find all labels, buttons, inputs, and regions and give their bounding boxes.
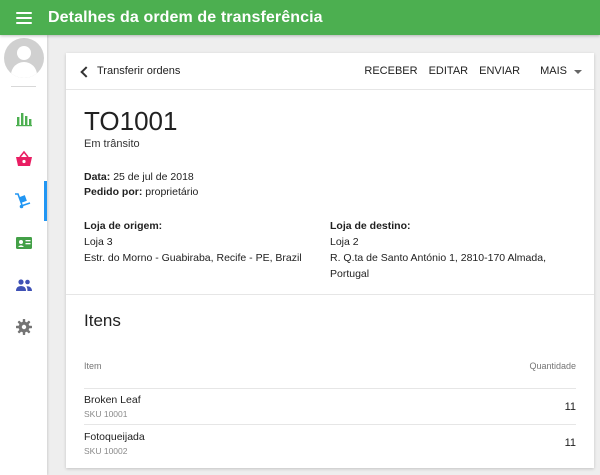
origin-store: Loja de origem: Loja 3 Estr. do Morno - … — [84, 218, 330, 282]
sidebar-item-catalog[interactable] — [0, 223, 47, 263]
order-date: Data: 25 de jul de 2018 — [84, 170, 576, 185]
back-link[interactable]: Transferir ordens — [80, 65, 181, 78]
destination-store-label: Loja de destino: — [330, 220, 411, 232]
order-id: TO1001 — [84, 106, 178, 136]
ordered-by: Pedido por: proprietário — [84, 185, 576, 200]
column-header-item: Item — [84, 361, 102, 371]
more-menu-button[interactable]: MAIS — [540, 65, 582, 77]
app-bar: Detalhes da ordem de transferência — [0, 0, 600, 35]
card-toolbar: Transferir ordens RECEBER EDITAR ENVIAR … — [66, 53, 594, 90]
item-sku: SKU 10001 — [84, 409, 128, 419]
destination-store-address-line2: Portugal — [330, 268, 370, 280]
edit-button[interactable]: EDITAR — [429, 65, 469, 77]
destination-store: Loja de destino: Loja 2 R. Q.ta de Santo… — [330, 218, 576, 282]
gear-icon — [15, 319, 32, 335]
items-table-header: Item Quantidade — [84, 361, 576, 389]
shopping-basket-icon — [15, 150, 32, 166]
bar-chart-icon — [15, 113, 32, 127]
sidebar-item-reports[interactable] — [0, 98, 47, 138]
ordered-by-value: proprietário — [145, 186, 199, 198]
items-table: Item Quantidade Broken Leaf SKU 10001 11… — [84, 361, 576, 461]
page-title: Detalhes da ordem de transferência — [48, 8, 323, 26]
origin-store-address: Estr. do Morno - Guabiraba, Recife - PE,… — [84, 252, 302, 264]
sidebar-item-settings[interactable] — [0, 307, 47, 347]
id-card-icon — [15, 237, 32, 249]
order-meta: Data: 25 de jul de 2018 Pedido por: prop… — [84, 170, 576, 200]
destination-store-name: Loja 2 — [330, 236, 359, 248]
order-summary: TO1001 Em trânsito Data: 25 de jul de 20… — [66, 90, 594, 295]
more-menu-label: MAIS — [540, 65, 567, 77]
items-title: Itens — [84, 311, 121, 330]
table-row[interactable]: Fotoqueijada SKU 10002 11 — [84, 425, 576, 461]
people-icon — [15, 279, 32, 291]
order-status: Em trânsito — [84, 138, 140, 150]
origin-store-name: Loja 3 — [84, 236, 113, 248]
table-row[interactable]: Broken Leaf SKU 10001 11 — [84, 389, 576, 425]
sidebar-item-customers[interactable] — [0, 265, 47, 305]
item-name: Broken Leaf — [84, 394, 141, 406]
ordered-by-label: Pedido por: — [84, 186, 143, 198]
caret-down-icon — [574, 69, 582, 74]
item-sku: SKU 10002 — [84, 445, 128, 456]
hand-truck-icon — [15, 193, 31, 209]
destination-store-address-line1: R. Q.ta de Santo António 1, 2810-170 Alm… — [330, 252, 546, 264]
back-link-label: Transferir ordens — [97, 65, 181, 77]
send-button[interactable]: ENVIAR — [479, 65, 520, 77]
column-header-quantity: Quantidade — [529, 361, 576, 371]
avatar[interactable] — [4, 38, 44, 78]
origin-store-label: Loja de origem: — [84, 220, 163, 232]
receive-button[interactable]: RECEBER — [364, 65, 417, 77]
item-name: Fotoqueijada — [84, 430, 145, 443]
sidebar-divider — [11, 86, 36, 87]
item-quantity: 11 — [564, 437, 576, 449]
item-quantity: 11 — [564, 400, 576, 413]
order-date-label: Data: — [84, 171, 111, 183]
stores: Loja de origem: Loja 3 Estr. do Morno - … — [84, 218, 576, 282]
order-date-value: 25 de jul de 2018 — [113, 171, 194, 183]
chevron-left-icon — [80, 65, 92, 78]
sidebar — [0, 35, 47, 475]
menu-icon[interactable] — [0, 0, 48, 35]
sidebar-item-sales[interactable] — [0, 139, 47, 179]
sidebar-item-transfer-orders[interactable] — [0, 181, 47, 221]
